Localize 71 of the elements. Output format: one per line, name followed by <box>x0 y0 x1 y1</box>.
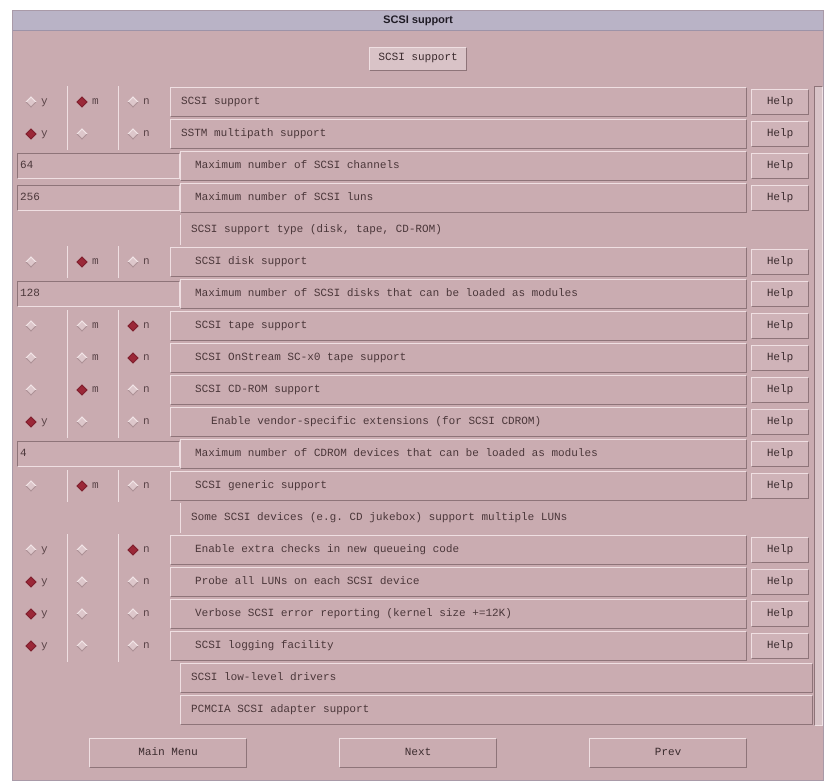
setting-label: Verbose SCSI error reporting (kernel size +=12K) <box>170 599 748 629</box>
radio-button[interactable]: n <box>119 86 170 118</box>
setting-label: SCSI support <box>170 87 748 117</box>
radio-button[interactable]: n <box>119 534 170 566</box>
radio-button[interactable]: y <box>17 118 68 150</box>
nav-button[interactable]: Main Menu <box>89 738 247 768</box>
help-button[interactable]: Help <box>751 409 810 435</box>
setting-label: Maximum number of SCSI luns <box>180 183 748 213</box>
number-field[interactable]: 256 <box>17 185 180 211</box>
help-button[interactable]: Help <box>751 377 810 403</box>
help-button[interactable]: Help <box>751 89 810 115</box>
radio-button[interactable]: m <box>68 310 119 342</box>
help-button[interactable]: Help <box>751 185 810 211</box>
radio-button[interactable]: y <box>17 598 68 630</box>
radio-button[interactable]: y <box>17 534 68 566</box>
number-field[interactable]: 4 <box>17 441 180 467</box>
radio-button[interactable]: y <box>17 406 68 438</box>
setting-label: Maximum number of CDROM devices that can be loaded as modules <box>180 439 748 469</box>
window-title: SCSI support <box>383 13 453 28</box>
help-button[interactable]: Help <box>751 121 810 147</box>
radio-button[interactable]: m <box>68 470 119 502</box>
radio-button[interactable]: m <box>68 246 119 278</box>
help-button[interactable]: Help <box>751 249 810 275</box>
setting-label: Maximum number of SCSI disks that can be loaded as modules <box>180 279 748 309</box>
number-field[interactable]: 128 <box>17 281 180 307</box>
radio-button[interactable]: m <box>68 86 119 118</box>
section-comment: SCSI support type (disk, tape, CD-ROM) <box>180 215 814 245</box>
help-button[interactable]: Help <box>751 601 810 627</box>
nav-button[interactable]: Prev <box>589 738 747 768</box>
scrollbar[interactable] <box>814 86 823 726</box>
radio-button[interactable]: n <box>119 566 170 598</box>
radio-button[interactable]: n <box>119 374 170 406</box>
help-button[interactable]: Help <box>751 441 810 467</box>
setting-label: Enable vendor-specific extensions (for SCSI CDROM) <box>170 407 748 437</box>
section-button[interactable]: SCSI support <box>369 46 467 70</box>
radio-button[interactable]: n <box>119 630 170 662</box>
submenu-button[interactable]: PCMCIA SCSI adapter support <box>180 695 814 725</box>
setting-label: SCSI tape support <box>170 311 748 341</box>
setting-label: SCSI CD-ROM support <box>170 375 748 405</box>
help-button[interactable]: Help <box>751 537 810 563</box>
setting-label: SCSI generic support <box>170 471 748 501</box>
radio-button[interactable]: n <box>119 406 170 438</box>
nav-button[interactable]: Next <box>339 738 497 768</box>
setting-label: SSTM multipath support <box>170 119 748 149</box>
radio-button[interactable]: n <box>119 598 170 630</box>
submenu-button[interactable]: SCSI low-level drivers <box>180 663 814 693</box>
radio-button[interactable]: n <box>119 470 170 502</box>
help-button[interactable]: Help <box>751 153 810 179</box>
radio-button[interactable]: m <box>68 374 119 406</box>
radio-button[interactable]: n <box>119 342 170 374</box>
radio-button[interactable]: y <box>17 86 68 118</box>
setting-label: Maximum number of SCSI channels <box>180 151 748 181</box>
setting-label: SCSI disk support <box>170 247 748 277</box>
help-button[interactable]: Help <box>751 473 810 499</box>
setting-label: SCSI OnStream SC-x0 tape support <box>170 343 748 373</box>
radio-button[interactable]: y <box>17 630 68 662</box>
help-button[interactable]: Help <box>751 281 810 307</box>
setting-label: SCSI logging facility <box>170 631 748 661</box>
radio-button[interactable]: n <box>119 310 170 342</box>
help-button[interactable]: Help <box>751 633 810 659</box>
radio-button[interactable]: m <box>68 342 119 374</box>
help-button[interactable]: Help <box>751 569 810 595</box>
radio-button[interactable]: n <box>119 118 170 150</box>
radio-button[interactable]: y <box>17 566 68 598</box>
help-button[interactable]: Help <box>751 345 810 371</box>
help-button[interactable]: Help <box>751 313 810 339</box>
number-field[interactable]: 64 <box>17 153 180 179</box>
section-comment: Some SCSI devices (e.g. CD jukebox) support multiple LUNs <box>180 503 814 533</box>
setting-label: Enable extra checks in new queueing code <box>170 535 748 565</box>
setting-label: Probe all LUNs on each SCSI device <box>170 567 748 597</box>
radio-button[interactable]: n <box>119 246 170 278</box>
